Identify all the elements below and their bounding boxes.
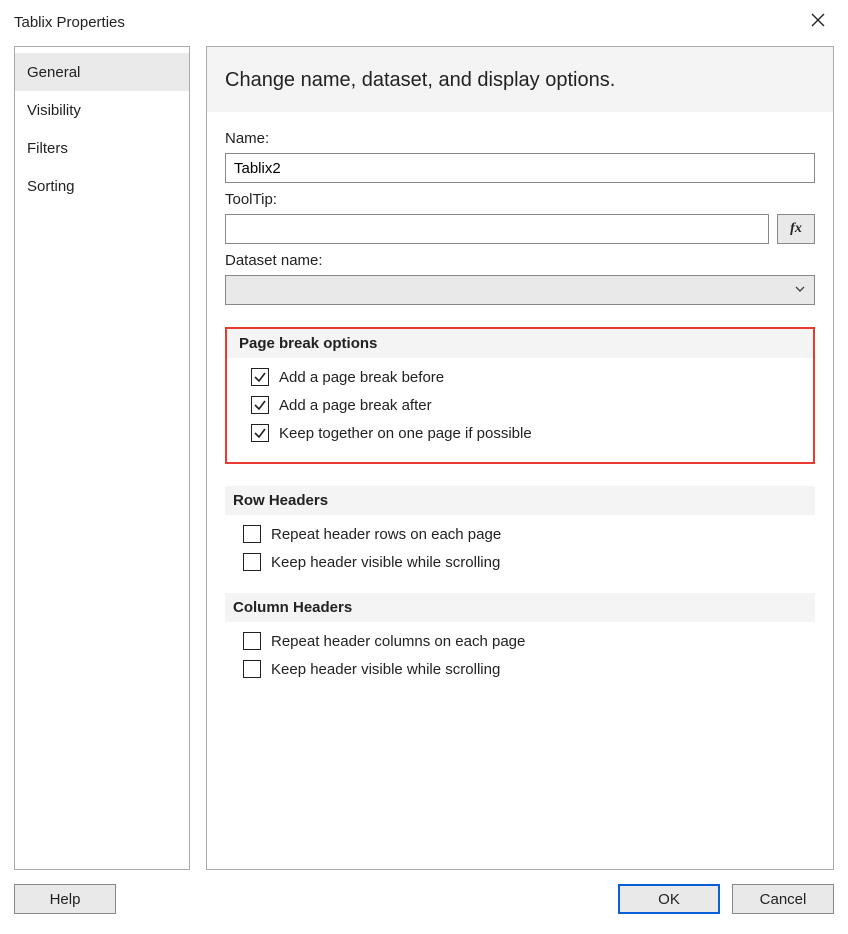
- content-panel: Change name, dataset, and display option…: [206, 46, 834, 870]
- chevron-down-icon: [794, 282, 806, 299]
- sidebar-item-sorting[interactable]: Sorting: [15, 167, 189, 205]
- checkbox-row-keep-header-rows-visible[interactable]: Keep header visible while scrolling: [243, 553, 815, 571]
- checkbox-label: Add a page break after: [279, 397, 432, 414]
- checkbox-label: Add a page break before: [279, 369, 444, 386]
- checkbox-repeat-header-cols[interactable]: [243, 632, 261, 650]
- sidebar-item-general[interactable]: General: [15, 53, 189, 91]
- checkbox-label: Keep header visible while scrolling: [271, 554, 500, 571]
- checkbox-row-keep-together[interactable]: Keep together on one page if possible: [251, 424, 807, 442]
- checkbox-label: Repeat header rows on each page: [271, 526, 501, 543]
- window-title: Tablix Properties: [14, 14, 125, 31]
- checkbox-row-keep-header-cols-visible[interactable]: Keep header visible while scrolling: [243, 660, 815, 678]
- button-bar: Help OK Cancel: [14, 884, 834, 920]
- sidebar-item-filters[interactable]: Filters: [15, 129, 189, 167]
- checkbox-row-pagebreak-after[interactable]: Add a page break after: [251, 396, 807, 414]
- sidebar: General Visibility Filters Sorting: [14, 46, 190, 870]
- dataset-label: Dataset name:: [225, 252, 815, 269]
- checkbox-row-pagebreak-before[interactable]: Add a page break before: [251, 368, 807, 386]
- sidebar-item-label: Visibility: [27, 102, 81, 119]
- content-header: Change name, dataset, and display option…: [207, 47, 833, 112]
- expression-button[interactable]: fx: [777, 214, 815, 244]
- close-icon: [811, 13, 825, 31]
- section-colheaders: Column Headers: [225, 593, 815, 622]
- sidebar-item-label: Sorting: [27, 178, 75, 195]
- name-label: Name:: [225, 130, 815, 147]
- content-body: Name: ToolTip: fx Dataset name: Page br: [207, 112, 833, 678]
- sidebar-item-visibility[interactable]: Visibility: [15, 91, 189, 129]
- tooltip-label: ToolTip:: [225, 191, 815, 208]
- checkbox-row-repeat-header-rows[interactable]: Repeat header rows on each page: [243, 525, 815, 543]
- button-label: OK: [658, 891, 680, 908]
- checkbox-row-repeat-header-cols[interactable]: Repeat header columns on each page: [243, 632, 815, 650]
- button-label: Help: [50, 891, 81, 908]
- fx-icon: fx: [790, 221, 802, 237]
- checkbox-keep-header-cols-visible[interactable]: [243, 660, 261, 678]
- help-button[interactable]: Help: [14, 884, 116, 914]
- title-bar: Tablix Properties: [0, 0, 848, 44]
- ok-button[interactable]: OK: [618, 884, 720, 914]
- checkbox-keep-together[interactable]: [251, 424, 269, 442]
- main-area: General Visibility Filters Sorting Chang…: [14, 46, 834, 870]
- checkbox-label: Keep header visible while scrolling: [271, 661, 500, 678]
- checkbox-repeat-header-rows[interactable]: [243, 525, 261, 543]
- sidebar-item-label: Filters: [27, 140, 68, 157]
- checkbox-label: Keep together on one page if possible: [279, 425, 532, 442]
- name-input[interactable]: [225, 153, 815, 183]
- checkbox-keep-header-rows-visible[interactable]: [243, 553, 261, 571]
- close-button[interactable]: [802, 6, 834, 38]
- section-rowheaders: Row Headers: [225, 486, 815, 515]
- cancel-button[interactable]: Cancel: [732, 884, 834, 914]
- section-pagebreak: Page break options: [227, 329, 813, 358]
- pagebreak-highlight: Page break options Add a page break befo…: [225, 327, 815, 464]
- tooltip-input[interactable]: [225, 214, 769, 244]
- checkbox-label: Repeat header columns on each page: [271, 633, 525, 650]
- dataset-select[interactable]: [225, 275, 815, 305]
- checkbox-pagebreak-before[interactable]: [251, 368, 269, 386]
- sidebar-item-label: General: [27, 64, 80, 81]
- button-label: Cancel: [760, 891, 807, 908]
- checkbox-pagebreak-after[interactable]: [251, 396, 269, 414]
